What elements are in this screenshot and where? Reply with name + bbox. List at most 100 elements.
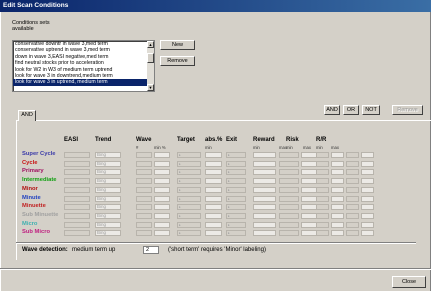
- grid-cell[interactable]: [346, 152, 359, 158]
- grid-cell[interactable]: [136, 212, 152, 219]
- grid-cell[interactable]: [205, 152, 222, 158]
- grid-cell[interactable]: [154, 204, 170, 211]
- scroll-down-icon[interactable]: ▼: [147, 84, 154, 91]
- wave-detection-mode[interactable]: medium term up: [72, 247, 115, 253]
- trend-cell[interactable]: Bing: [95, 195, 121, 202]
- scroll-thumb[interactable]: [147, 53, 154, 63]
- grid-cell[interactable]: [253, 160, 276, 167]
- grid-cell[interactable]: [154, 221, 170, 228]
- grid-cell[interactable]: [346, 178, 359, 185]
- grid-cell[interactable]: [154, 152, 170, 158]
- grid-cell[interactable]: [205, 195, 222, 202]
- grid-cell[interactable]: [253, 221, 276, 228]
- and-button[interactable]: AND: [324, 105, 340, 115]
- grid-cell[interactable]: [154, 178, 170, 185]
- grid-cell[interactable]: [205, 204, 222, 211]
- grid-cell[interactable]: [136, 195, 152, 202]
- grid-cell[interactable]: [316, 230, 329, 237]
- dropdown-cell[interactable]: ▸: [177, 178, 201, 185]
- dropdown-cell[interactable]: ▸: [226, 221, 246, 228]
- close-button[interactable]: Close: [392, 276, 426, 288]
- grid-cell[interactable]: [361, 221, 374, 228]
- not-button[interactable]: NOT: [362, 105, 380, 115]
- grid-cell[interactable]: [346, 204, 359, 211]
- grid-cell[interactable]: [136, 178, 152, 185]
- dropdown-cell[interactable]: ▸: [177, 160, 201, 167]
- dropdown-cell[interactable]: ▸: [226, 178, 246, 185]
- grid-cell[interactable]: [136, 221, 152, 228]
- grid-cell[interactable]: [154, 160, 170, 167]
- grid-cell[interactable]: [136, 186, 152, 193]
- grid-cell[interactable]: [136, 160, 152, 167]
- grid-cell[interactable]: [64, 169, 90, 176]
- grid-cell[interactable]: [331, 160, 344, 167]
- grid-cell[interactable]: [64, 212, 90, 219]
- grid-cell[interactable]: [253, 212, 276, 219]
- grid-cell[interactable]: [316, 169, 329, 176]
- grid-cell[interactable]: [253, 186, 276, 193]
- grid-cell[interactable]: [279, 169, 299, 176]
- grid-cell[interactable]: [361, 204, 374, 211]
- grid-cell[interactable]: [205, 169, 222, 176]
- grid-cell[interactable]: [301, 152, 317, 158]
- grid-cell[interactable]: [346, 160, 359, 167]
- grid-cell[interactable]: [346, 169, 359, 176]
- trend-cell[interactable]: Bing: [95, 230, 121, 237]
- grid-cell[interactable]: [331, 178, 344, 185]
- grid-cell[interactable]: [279, 178, 299, 185]
- grid-cell[interactable]: [361, 169, 374, 176]
- grid-cell[interactable]: [136, 169, 152, 176]
- grid-cell[interactable]: [331, 152, 344, 158]
- trend-cell[interactable]: Bing: [95, 221, 121, 228]
- grid-cell[interactable]: [136, 204, 152, 211]
- grid-cell[interactable]: [331, 186, 344, 193]
- grid-cell[interactable]: [205, 212, 222, 219]
- grid-cell[interactable]: [361, 178, 374, 185]
- trend-cell[interactable]: Bing: [95, 212, 121, 219]
- grid-cell[interactable]: [154, 212, 170, 219]
- grid-cell[interactable]: [331, 169, 344, 176]
- grid-cell[interactable]: [346, 230, 359, 237]
- dropdown-cell[interactable]: ▸: [226, 186, 246, 193]
- grid-cell[interactable]: [301, 195, 317, 202]
- grid-cell[interactable]: [301, 204, 317, 211]
- grid-cell[interactable]: [205, 186, 222, 193]
- grid-cell[interactable]: [346, 221, 359, 228]
- dropdown-cell[interactable]: ▸: [226, 204, 246, 211]
- grid-cell[interactable]: [316, 186, 329, 193]
- grid-cell[interactable]: [136, 152, 152, 158]
- dropdown-cell[interactable]: ▸: [226, 152, 246, 158]
- grid-cell[interactable]: [253, 152, 276, 158]
- grid-cell[interactable]: [316, 195, 329, 202]
- remove-button[interactable]: Remove: [160, 56, 195, 66]
- grid-cell[interactable]: [64, 178, 90, 185]
- trend-cell[interactable]: Bing: [95, 186, 121, 193]
- trend-cell[interactable]: Bing: [95, 160, 121, 167]
- dropdown-cell[interactable]: ▸: [177, 195, 201, 202]
- scroll-up-icon[interactable]: ▲: [147, 41, 154, 48]
- grid-cell[interactable]: [205, 160, 222, 167]
- grid-cell[interactable]: [154, 230, 170, 237]
- grid-cell[interactable]: [301, 230, 317, 237]
- grid-cell[interactable]: [253, 169, 276, 176]
- grid-cell[interactable]: [361, 186, 374, 193]
- tab-and[interactable]: AND: [18, 110, 36, 121]
- grid-cell[interactable]: [346, 195, 359, 202]
- grid-cell[interactable]: [361, 230, 374, 237]
- grid-cell[interactable]: [361, 160, 374, 167]
- grid-cell[interactable]: [361, 212, 374, 219]
- grid-cell[interactable]: [205, 178, 222, 185]
- list-item[interactable]: look for wave 3 in uptrend, medium term: [13, 79, 154, 86]
- grid-cell[interactable]: [154, 186, 170, 193]
- dropdown-cell[interactable]: ▸: [226, 230, 246, 237]
- grid-cell[interactable]: [331, 195, 344, 202]
- grid-cell[interactable]: [361, 152, 374, 158]
- new-button[interactable]: New: [160, 40, 195, 50]
- grid-cell[interactable]: [154, 169, 170, 176]
- trend-cell[interactable]: Bing: [95, 178, 121, 185]
- trend-cell[interactable]: Bing: [95, 152, 121, 158]
- grid-cell[interactable]: [301, 160, 317, 167]
- grid-cell[interactable]: [316, 152, 329, 158]
- grid-cell[interactable]: [279, 195, 299, 202]
- conditions-listbox[interactable]: conservative downtr in wave 3,med term co…: [12, 40, 155, 92]
